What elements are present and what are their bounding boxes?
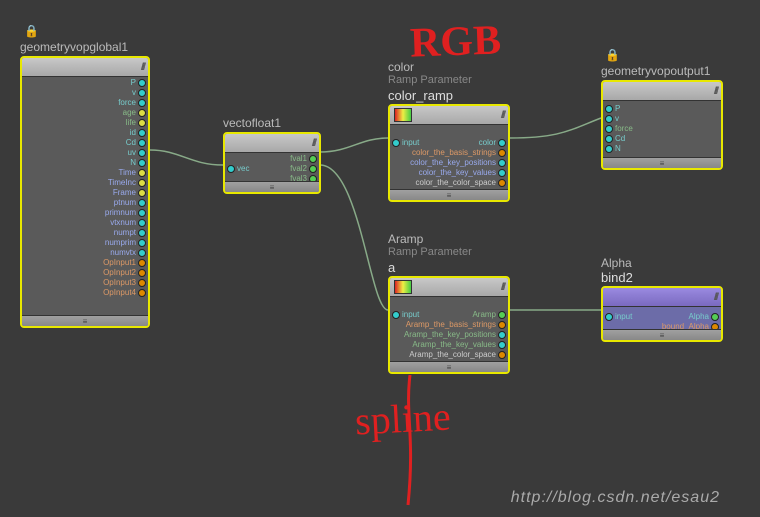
node-geometryvopglobal1[interactable]: //// P v force age life id Cd uv N Time … xyxy=(20,56,150,328)
node-label-bind2: Alpha xyxy=(601,256,632,270)
watermark: http://blog.csdn.net/esau2 xyxy=(511,489,720,507)
handwritten-rgb: RGB xyxy=(409,16,502,67)
ramp-icon xyxy=(394,280,412,294)
node-title-geooutput: geometryvopoutput1 xyxy=(601,64,710,78)
node-graph-canvas[interactable]: 🔒 geometryvopglobal1 //// P v force age … xyxy=(0,0,760,517)
node-label-color: color xyxy=(388,60,414,74)
node-subtitle-aramp: Ramp Parameter xyxy=(388,246,472,258)
node-color-ramp[interactable]: //// input color color_the_basis_strings… xyxy=(388,104,510,202)
lock-icon: 🔒 xyxy=(605,48,620,62)
node-geometryvopoutput1[interactable]: //// P v force Cd N ≡ xyxy=(601,80,723,170)
node-name-aramp: a xyxy=(388,260,395,275)
lock-icon: 🔒 xyxy=(24,24,39,38)
ramp-icon xyxy=(394,108,412,122)
node-name-bind2: bind2 xyxy=(601,270,633,285)
node-aramp[interactable]: //// input Aramp Aramp_the_basis_strings… xyxy=(388,276,510,374)
node-title-geoglobal: geometryvopglobal1 xyxy=(20,40,128,54)
handwritten-spline: spline xyxy=(354,393,452,445)
node-name-color: color_ramp xyxy=(388,88,453,103)
node-label-aramp: Aramp xyxy=(388,232,423,246)
node-bind2[interactable]: //// input Alpha bound_Alpha ≡ xyxy=(601,286,723,342)
handwritten-stroke xyxy=(380,375,440,515)
node-title-vectofloat: vectofloat1 xyxy=(223,116,281,130)
node-vectofloat1[interactable]: //// vec fval1 fval2 fval3 ≡ xyxy=(223,132,321,194)
node-body: P v force age life id Cd uv N Time TimeI… xyxy=(22,76,148,316)
node-subtitle-color: Ramp Parameter xyxy=(388,74,472,86)
